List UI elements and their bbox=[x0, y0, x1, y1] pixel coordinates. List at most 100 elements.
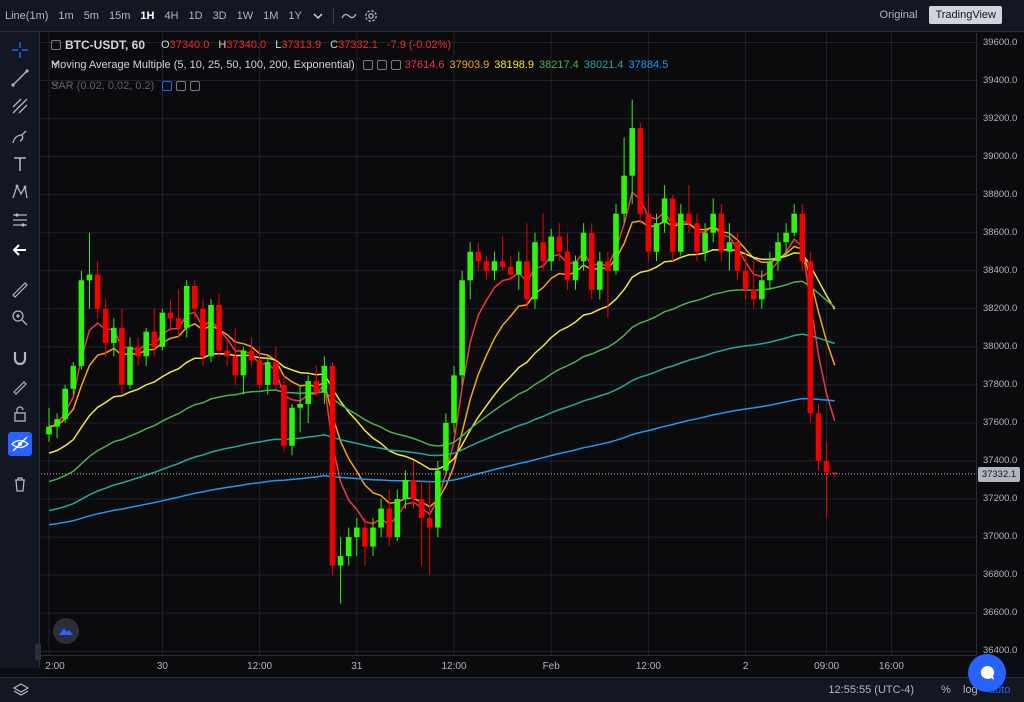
time-tick-label: 12:00 bbox=[635, 661, 661, 672]
interval-4h[interactable]: 4H bbox=[159, 0, 183, 32]
lock-icon[interactable] bbox=[8, 402, 32, 426]
close-icon[interactable] bbox=[390, 60, 401, 70]
candle-body-8 bbox=[111, 327, 117, 344]
candle-body-41 bbox=[378, 508, 384, 528]
candle-body-1 bbox=[54, 419, 60, 427]
legend-ohlc-row: BTC-USDT, 60 O37340.0 H37340.0 L37313.9 … bbox=[51, 38, 457, 52]
settings-icon[interactable] bbox=[376, 60, 387, 70]
interval-15m[interactable]: 15m bbox=[104, 0, 135, 32]
chart-type-select[interactable]: Line(1m) bbox=[0, 0, 53, 32]
tradingview-logo-icon[interactable] bbox=[53, 618, 79, 644]
clock-display[interactable]: 12:55:55 (UTC-4) bbox=[828, 684, 914, 696]
eye-icon[interactable] bbox=[362, 60, 373, 70]
candle-body-66 bbox=[580, 232, 587, 262]
interval-3d[interactable]: 3D bbox=[208, 0, 232, 32]
interval-1d[interactable]: 1D bbox=[184, 0, 208, 32]
view-original-button[interactable]: Original bbox=[874, 6, 924, 24]
magnet-icon[interactable] bbox=[8, 346, 32, 370]
candle-body-18 bbox=[192, 285, 198, 309]
gear-icon[interactable] bbox=[360, 0, 382, 32]
prediction-icon[interactable] bbox=[8, 208, 32, 232]
view-tradingview-button[interactable]: TradingView bbox=[929, 6, 1002, 24]
price-tick-label: 39400.0 bbox=[983, 74, 1018, 86]
view-switch: Original TradingView bbox=[874, 6, 1002, 24]
candle-body-6 bbox=[94, 274, 101, 309]
candle-body-15 bbox=[167, 312, 174, 319]
candle-body-53 bbox=[475, 251, 482, 262]
interval-1y[interactable]: 1Y bbox=[283, 0, 306, 32]
candle-body-47 bbox=[426, 518, 433, 528]
candle-body-90 bbox=[775, 242, 781, 262]
close-icon[interactable] bbox=[190, 81, 201, 91]
ema-line-50 bbox=[48, 280, 836, 483]
candle-body-22 bbox=[224, 350, 230, 357]
settings-icon[interactable] bbox=[176, 81, 187, 91]
candle-body-70 bbox=[613, 213, 619, 271]
crosshair-icon[interactable] bbox=[8, 38, 32, 62]
candle-body-85 bbox=[734, 242, 741, 271]
candle-body-52 bbox=[467, 251, 473, 281]
candle-body-31 bbox=[297, 403, 303, 408]
eye-hide-icon[interactable] bbox=[8, 432, 32, 456]
wave-icon[interactable] bbox=[338, 0, 360, 32]
price-axis[interactable]: 39600.0 39400.0 39200.0 39000.0 38800.0 38600… bbox=[976, 33, 1024, 656]
last-price-tag: 37332.1 bbox=[978, 466, 1020, 482]
time-axis[interactable]: 2:00 30 12:00 31 12:00 Feb 12:00 2 09:00 16:00 bbox=[41, 655, 976, 677]
price-tick-label: 37000.0 bbox=[983, 531, 1018, 543]
trend-line-icon[interactable] bbox=[8, 66, 32, 90]
price-tick-label: 37600.0 bbox=[983, 416, 1018, 428]
time-tick-label: 2 bbox=[742, 661, 749, 672]
collapse-icon[interactable] bbox=[51, 40, 61, 50]
candle-body-50 bbox=[451, 375, 457, 423]
price-tick-label: 39000.0 bbox=[983, 150, 1018, 162]
ruler-icon[interactable] bbox=[8, 278, 32, 302]
trash-icon[interactable] bbox=[8, 472, 32, 496]
candle-body-83 bbox=[718, 213, 725, 252]
pattern-icon[interactable] bbox=[8, 180, 32, 204]
candle-body-11 bbox=[135, 346, 141, 357]
zoom-in-icon[interactable] bbox=[8, 306, 32, 330]
candle-body-10 bbox=[127, 346, 133, 385]
candle-body-46 bbox=[418, 499, 425, 519]
candle-body-45 bbox=[410, 480, 417, 500]
candle-body-7 bbox=[102, 308, 109, 344]
price-chart[interactable]: BTC-USDT, 60 O37340.0 H37340.0 L37313.9 … bbox=[41, 33, 976, 655]
price-tick-label: 37200.0 bbox=[983, 493, 1018, 505]
chart-canvas bbox=[41, 33, 976, 655]
candle-body-88 bbox=[759, 280, 765, 300]
lock-pencil-icon[interactable] bbox=[8, 374, 32, 398]
candle-body-40 bbox=[370, 527, 376, 547]
candle-body-19 bbox=[200, 308, 206, 357]
pitchfork-icon[interactable] bbox=[8, 94, 32, 118]
price-tick-label: 39200.0 bbox=[983, 112, 1018, 124]
price-tick-label: 38400.0 bbox=[983, 264, 1018, 276]
candle-body-0 bbox=[46, 426, 52, 435]
interval-1m[interactable]: 1m bbox=[53, 0, 78, 32]
price-tick-label: 38000.0 bbox=[983, 340, 1018, 352]
chevron-down-icon[interactable] bbox=[307, 0, 329, 32]
time-tick-label: 16:00 bbox=[878, 661, 904, 672]
chat-support-button[interactable] bbox=[968, 654, 1006, 692]
text-tool-icon[interactable] bbox=[8, 152, 32, 176]
percent-scale-toggle[interactable]: % bbox=[941, 684, 951, 696]
interval-1mo[interactable]: 1M bbox=[258, 0, 283, 32]
candle-body-12 bbox=[143, 331, 149, 357]
arrow-left-icon[interactable] bbox=[8, 238, 32, 262]
layers-icon[interactable] bbox=[10, 674, 32, 702]
ma-indicator-name[interactable]: Moving Average Multiple (5, 10, 25, 50, … bbox=[51, 59, 355, 71]
symbol-name[interactable]: BTC-USDT, 60 bbox=[65, 38, 145, 52]
interval-1w[interactable]: 1W bbox=[232, 0, 259, 32]
sar-indicator-name[interactable]: SAR (0.02, 0.02, 0.2) bbox=[51, 80, 154, 92]
time-tick-label: 2:00 bbox=[45, 661, 65, 672]
brush-icon[interactable] bbox=[8, 124, 32, 148]
eye-icon[interactable] bbox=[162, 81, 173, 91]
candle-body-71 bbox=[621, 175, 627, 214]
ma-value-2: 38198.9 bbox=[494, 59, 535, 71]
price-tick-label: 36600.0 bbox=[983, 607, 1018, 619]
ma-value-0: 37614.6 bbox=[404, 59, 445, 71]
candle-body-5 bbox=[86, 274, 93, 281]
bottom-bar: 12:55:55 (UTC-4) % log auto bbox=[0, 677, 1024, 702]
interval-5m[interactable]: 5m bbox=[79, 0, 104, 32]
candle-body-62 bbox=[548, 236, 554, 262]
interval-1h[interactable]: 1H bbox=[135, 0, 159, 32]
